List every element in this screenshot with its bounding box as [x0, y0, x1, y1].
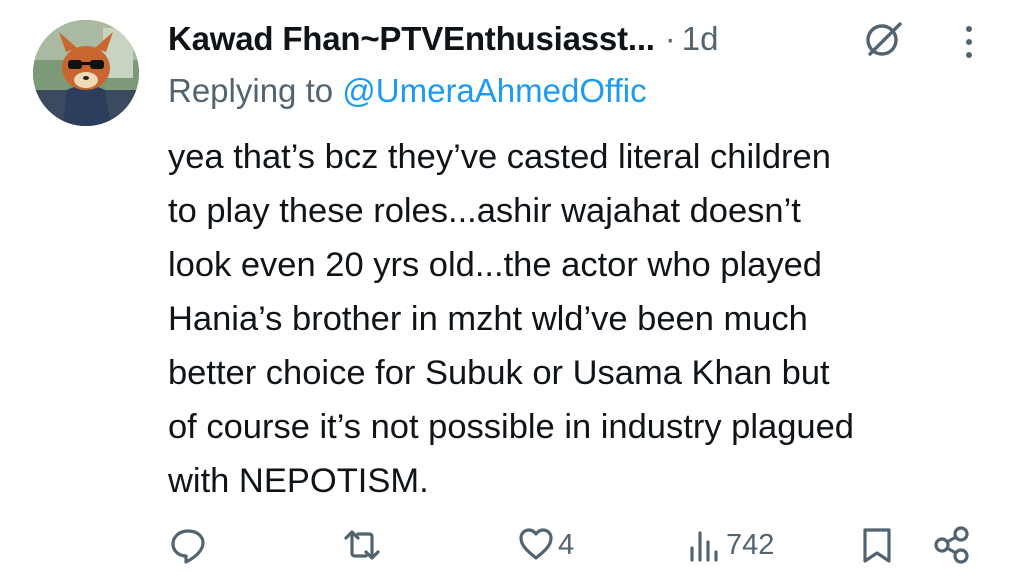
- tweet-body: yea that’s bcz they’ve casted literal ch…: [168, 130, 1008, 508]
- replying-handle-link[interactable]: @UmeraAhmedOffic: [342, 72, 646, 109]
- tweet-body-line: of course it’s not possible in industry …: [168, 408, 854, 446]
- tweet-body-line: to play these roles...ashir wajahat does…: [168, 192, 801, 230]
- replying-to: Replying to @UmeraAhmedOffic: [168, 72, 647, 110]
- reply-button[interactable]: [168, 520, 208, 570]
- tweet-body-line: Hania’s brother in mzht wld’ve been much: [168, 300, 808, 338]
- views-button[interactable]: 742: [688, 520, 774, 570]
- tweet-body-line: better choice for Subuk or Usama Khan bu…: [168, 354, 830, 392]
- avatar[interactable]: [33, 20, 139, 126]
- tweet-body-line: with NEPOTISM.: [168, 462, 429, 500]
- timestamp[interactable]: 1d: [682, 20, 719, 58]
- action-bar: 4 742: [0, 520, 1024, 570]
- bookmark-icon: [860, 525, 894, 565]
- reply-icon: [168, 525, 208, 565]
- views-count: 742: [726, 528, 775, 561]
- share-button[interactable]: [933, 520, 971, 570]
- like-button[interactable]: 4: [518, 520, 574, 570]
- retweet-button[interactable]: [340, 520, 384, 570]
- retweet-icon: [340, 525, 384, 565]
- like-count: 4: [558, 528, 575, 561]
- separator-dot: ·: [664, 20, 676, 57]
- grok-icon[interactable]: [862, 20, 906, 60]
- tweet-body-line: look even 20 yrs old...the actor who pla…: [168, 246, 822, 284]
- tweet-body-line: yea that’s bcz they’ve casted literal ch…: [168, 138, 831, 176]
- views-chart-icon: [688, 525, 722, 565]
- more-vertical-icon[interactable]: [962, 22, 976, 62]
- bookmark-button[interactable]: [860, 520, 894, 570]
- author-name[interactable]: Kawad Fhan~PTVEnthusiasst...: [168, 20, 655, 58]
- heart-icon: [518, 525, 554, 565]
- replying-prefix: Replying to: [168, 72, 343, 109]
- share-icon: [933, 525, 971, 565]
- tweet-header: Kawad Fhan~PTVEnthusiasst... · 1d: [168, 14, 718, 64]
